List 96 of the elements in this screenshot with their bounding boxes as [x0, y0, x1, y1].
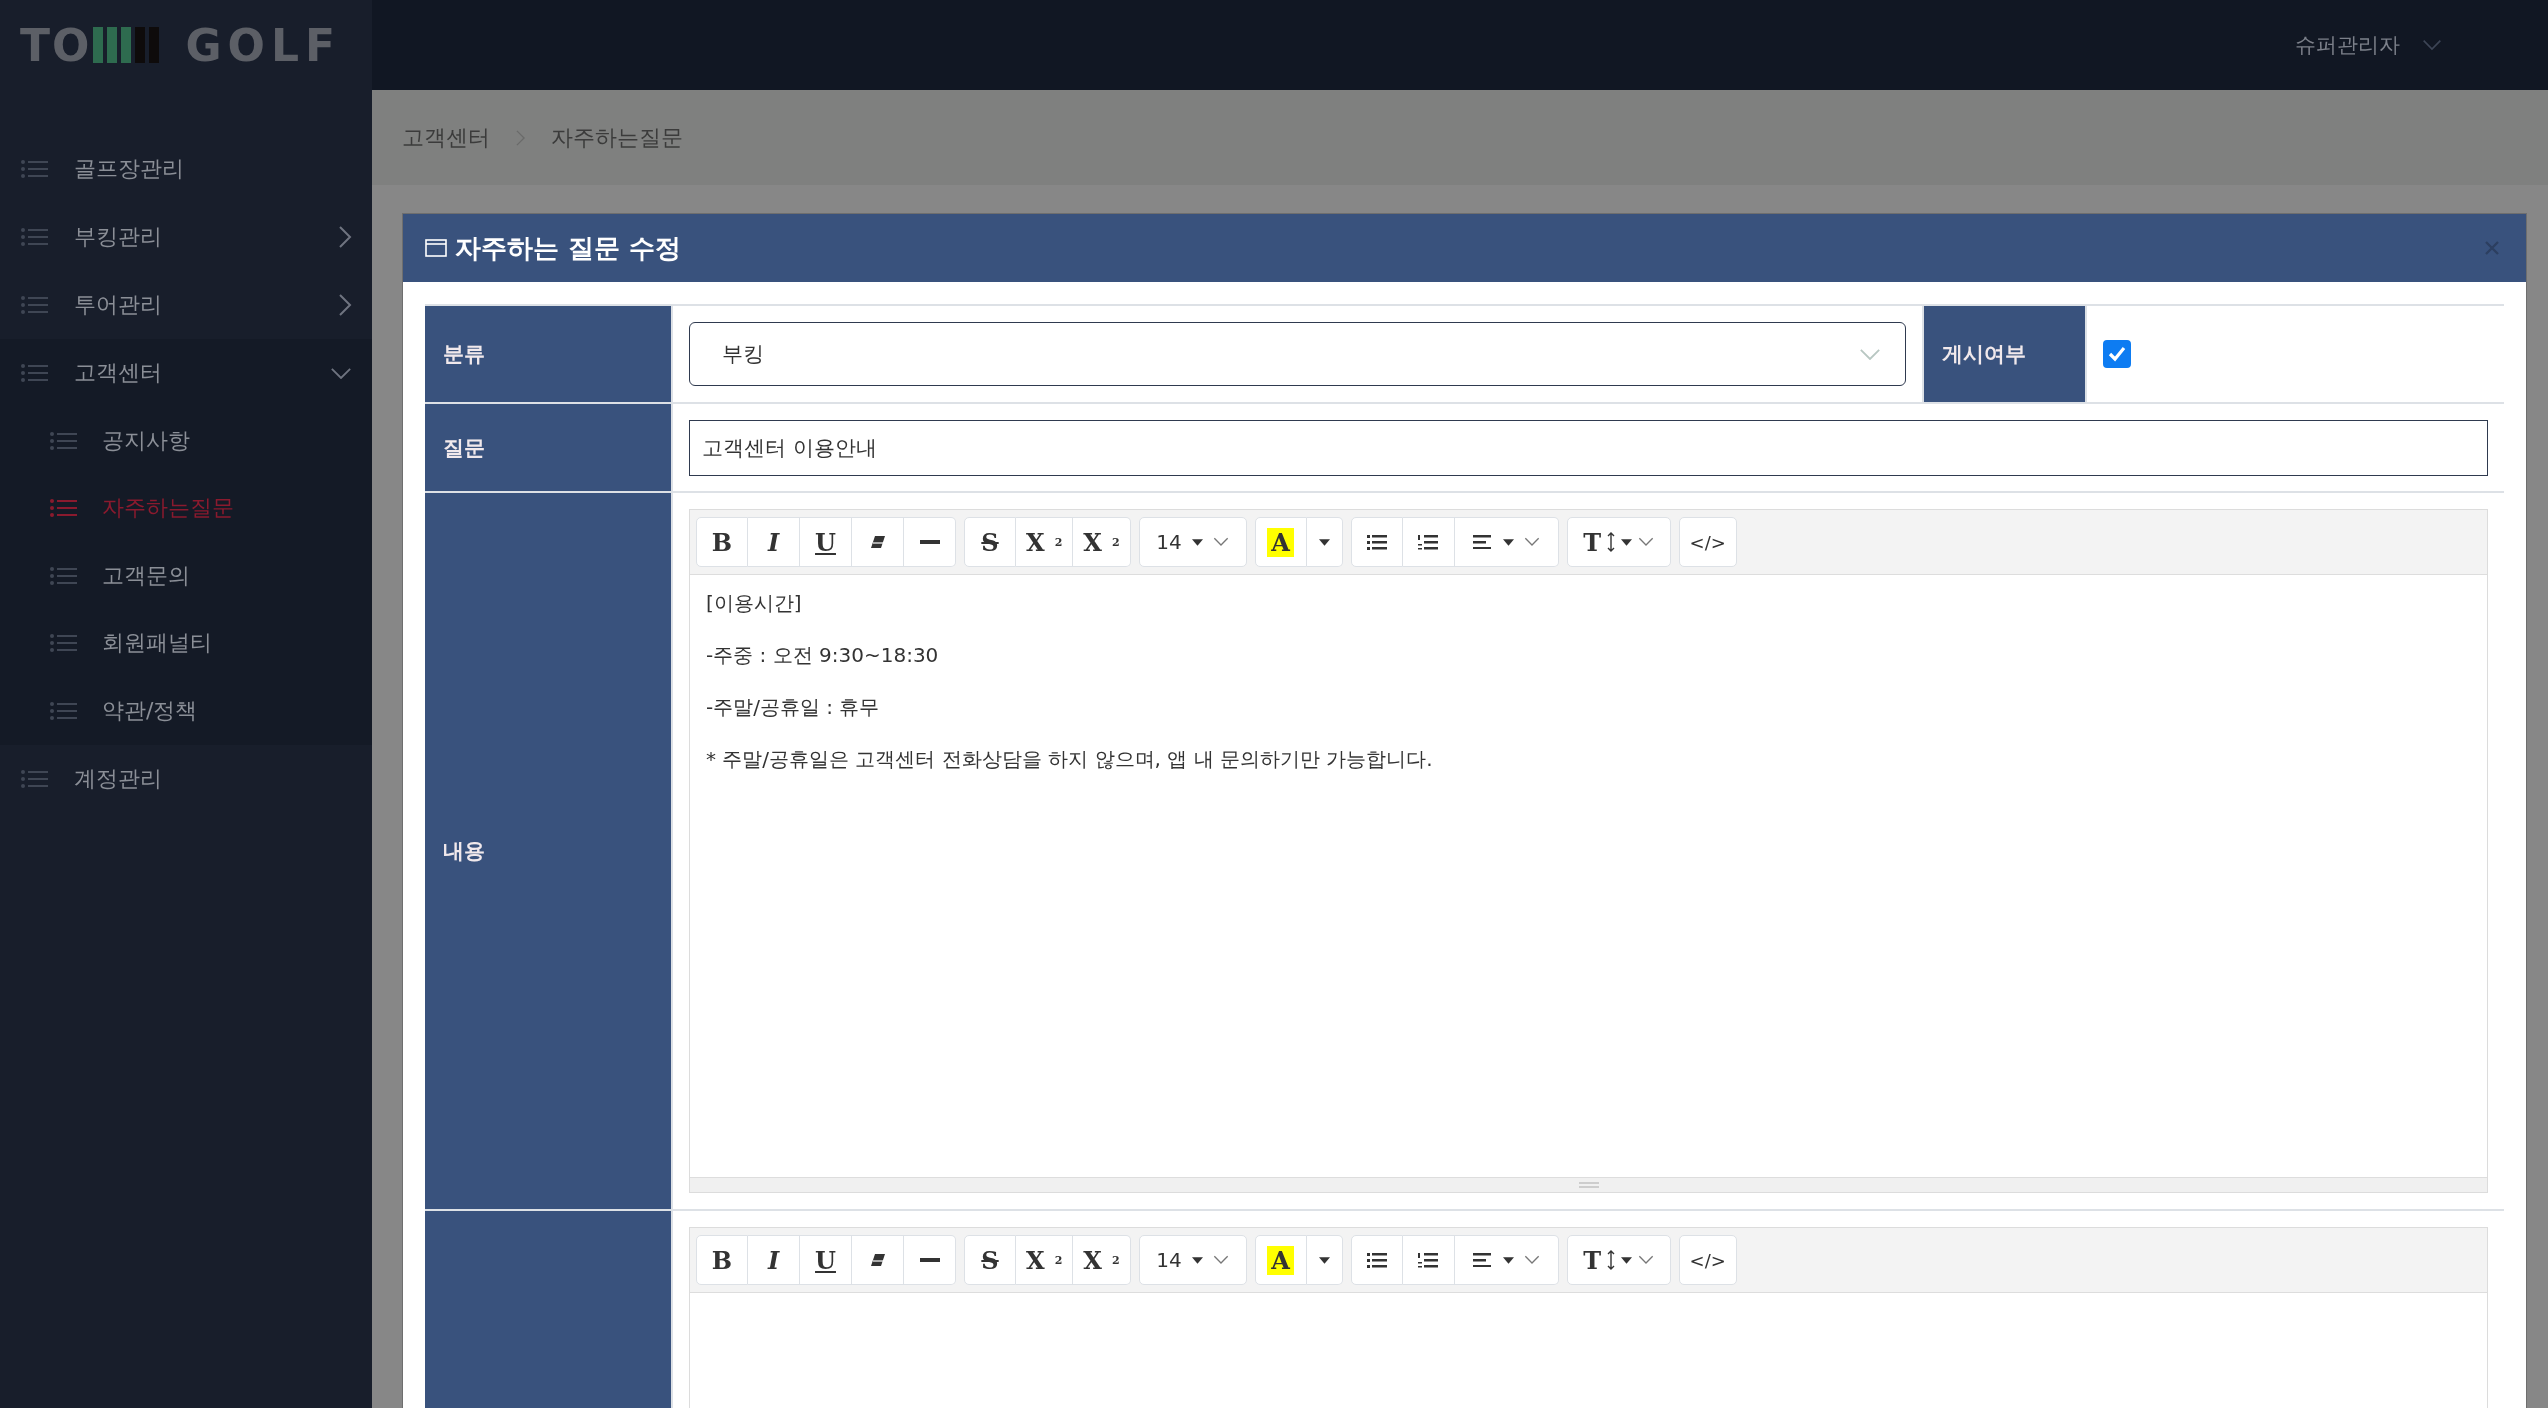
list-icon	[20, 227, 48, 247]
underline-button[interactable]: U	[800, 1235, 852, 1285]
resize-handle[interactable]	[690, 1177, 2487, 1192]
list-icon	[49, 498, 77, 519]
align-left-icon	[1472, 1253, 1493, 1267]
sidebar-item[interactable]: 부킹관리	[0, 203, 372, 271]
list-icon	[20, 363, 48, 383]
numbered-list-icon	[1418, 534, 1439, 550]
up-down-arrow-icon	[1607, 1250, 1615, 1270]
numbered-list-button[interactable]	[1402, 1235, 1455, 1285]
numbered-list-icon	[1418, 1252, 1439, 1268]
highlight-button[interactable]: A	[1254, 1235, 1307, 1285]
list-icon	[49, 700, 77, 721]
caret-icon	[1502, 1256, 1514, 1264]
field-label: 분류	[425, 306, 673, 402]
chevron-down-icon	[2422, 39, 2442, 51]
question-input[interactable]: 고객센터 이용안내	[689, 419, 2488, 476]
bold-button[interactable]: B	[696, 1235, 748, 1285]
close-icon	[2484, 240, 2500, 256]
list-icon	[49, 633, 77, 654]
code-view-button[interactable]: </>	[1678, 517, 1737, 567]
list-icon	[49, 565, 77, 586]
line-height-dropdown[interactable]: T	[1566, 1235, 1671, 1285]
underline-button[interactable]: U	[800, 517, 852, 567]
superscript-button[interactable]: X$^{2}$	[1016, 1235, 1074, 1285]
align-dropdown[interactable]	[1454, 1235, 1559, 1285]
highlight-button[interactable]: A	[1254, 517, 1307, 567]
strikethrough-button[interactable]: S	[964, 517, 1016, 567]
publish-checkbox[interactable]	[2103, 340, 2131, 368]
logo-text: GOLF	[185, 19, 342, 71]
sidebar-subitem[interactable]: 약관/정책	[0, 677, 372, 745]
content-line: * 주말/공휴일은 고객센터 전화상담을 하지 않으며, 앱 내 문의하기만 가능합니다.	[706, 746, 1434, 773]
bold-button[interactable]: B	[696, 517, 748, 567]
sidebar-item[interactable]: 골프장관리	[0, 135, 372, 203]
chevron-down-icon	[1212, 1255, 1229, 1265]
caret-icon	[1318, 1256, 1330, 1264]
content-line: -주말/공휴일 : 휴무	[706, 694, 881, 721]
category-select[interactable]: 부킹	[689, 322, 1906, 386]
eraser-icon	[869, 535, 886, 549]
up-down-arrow-icon	[1607, 532, 1615, 552]
caret-icon	[1191, 538, 1203, 546]
sidebar-subitem[interactable]: 공지사항	[0, 407, 372, 475]
superscript-button[interactable]: X$^{2}$	[1016, 517, 1074, 567]
align-dropdown[interactable]	[1454, 517, 1559, 567]
modal-title: 자주하는 질문 수정	[455, 231, 683, 265]
list-icon	[49, 430, 77, 451]
content-line: [이용시간]	[706, 590, 803, 617]
chevron-down-icon	[1523, 1255, 1540, 1265]
list-icon	[20, 295, 48, 315]
code-view-button[interactable]: </>	[1678, 1235, 1737, 1285]
list-icon	[20, 159, 48, 179]
user-menu[interactable]: 슈퍼관리자	[2289, 30, 2448, 60]
list-icon	[20, 768, 48, 789]
content-line: -주중 : 오전 9:30~18:30	[706, 642, 940, 669]
sidebar-item[interactable]: 계정관리	[0, 744, 372, 813]
checkmark-icon	[2107, 344, 2127, 364]
sidebar-subitem[interactable]: 고객문의	[0, 542, 372, 610]
chevron-down-icon	[1859, 347, 1881, 361]
font-size-dropdown[interactable]: 14	[1138, 1235, 1247, 1285]
sidebar-subitem[interactable]: 회원패널티	[0, 609, 372, 677]
align-left-icon	[1472, 535, 1493, 549]
chevron-down-icon	[1638, 1255, 1654, 1265]
bullet-list-button[interactable]	[1350, 1235, 1403, 1285]
caret-icon	[1191, 1256, 1203, 1264]
caret-icon	[1502, 538, 1514, 546]
horizontal-rule-button[interactable]	[904, 1235, 956, 1285]
logo-text: TO	[20, 19, 92, 71]
field-label: 내용	[425, 493, 673, 1209]
eraser-icon	[869, 1253, 886, 1267]
clear-format-button[interactable]	[852, 517, 904, 567]
bullet-list-icon	[1366, 1252, 1387, 1268]
bullet-list-button[interactable]	[1350, 517, 1403, 567]
clear-format-button[interactable]	[852, 1235, 904, 1285]
bullet-list-icon	[1366, 534, 1387, 550]
horizontal-rule-button[interactable]	[904, 517, 956, 567]
field-label: 게시여부	[1922, 306, 2087, 402]
numbered-list-button[interactable]	[1402, 517, 1455, 567]
strikethrough-button[interactable]: S	[964, 1235, 1016, 1285]
caret-icon	[1621, 538, 1632, 546]
caret-icon	[1621, 1256, 1632, 1264]
sidebar-item[interactable]: 고객센터	[0, 339, 372, 407]
caret-icon	[1318, 538, 1330, 546]
line-height-dropdown[interactable]: T	[1566, 517, 1671, 567]
chevron-down-icon	[1523, 537, 1540, 547]
editor-content-area[interactable]: [이용시간] -주중 : 오전 9:30~18:30 -주말/공휴일 : 휴무 * 주말/공휴일은 고객센터 전화상담을 하지 않으며, 앱 내 문의하기만 가능합니다.	[690, 575, 2487, 1177]
sidebar-item[interactable]: 투어관리	[0, 271, 372, 339]
italic-button[interactable]: I	[748, 1235, 800, 1285]
highlight-color-dropdown[interactable]	[1306, 1235, 1343, 1285]
chevron-down-icon	[1212, 537, 1229, 547]
highlight-color-dropdown[interactable]	[1306, 517, 1343, 567]
window-icon	[425, 239, 447, 257]
chevron-down-icon	[1638, 537, 1654, 547]
grip-icon	[1578, 1182, 1599, 1188]
italic-button[interactable]: I	[748, 517, 800, 567]
field-label: 질문	[425, 404, 673, 491]
font-size-dropdown[interactable]: 14	[1138, 517, 1247, 567]
